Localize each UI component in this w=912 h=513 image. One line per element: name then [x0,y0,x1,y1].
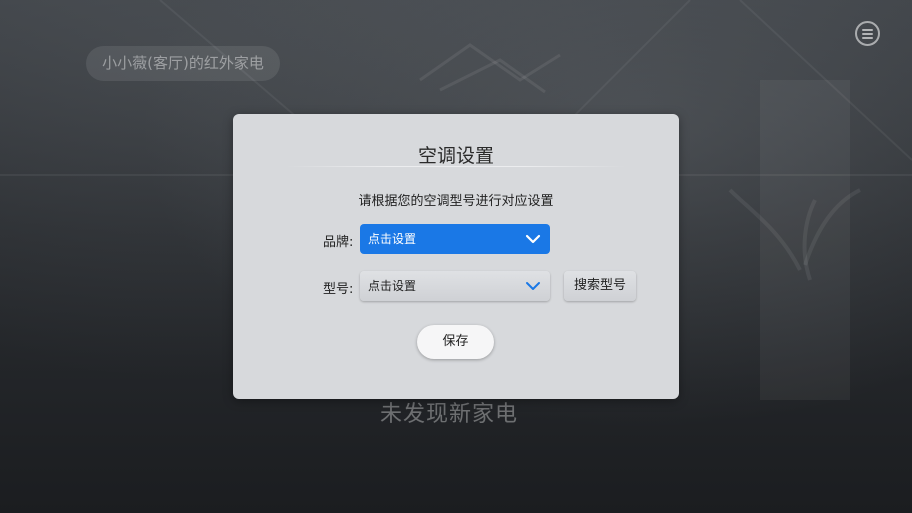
model-select-value: 点击设置 [368,279,417,293]
model-select[interactable]: 点击设置 [360,271,550,301]
search-model-button[interactable]: 搜索型号 [564,271,636,301]
ac-settings-dialog: 空调设置 请根据您的空调型号进行对应设置 品牌: 点击设置 型号: 点击设置 搜… [233,114,679,399]
dialog-title: 空调设置 [417,145,494,167]
model-label: 型号: [323,282,354,297]
save-button[interactable]: 保存 [417,325,494,359]
chevron-down-icon [526,282,540,290]
brand-label: 品牌: [323,235,354,250]
menu-icon[interactable] [855,21,880,46]
dialog-divider [286,166,626,167]
dialog-subtitle: 请根据您的空调型号进行对应设置 [358,194,554,209]
chevron-down-icon [525,234,541,244]
brand-select[interactable]: 点击设置 [360,224,550,254]
brand-select-value: 点击设置 [368,232,417,246]
empty-state-message: 未发现新家电 [379,402,518,427]
room-title-pill[interactable]: 小小薇(客厅)的红外家电 [86,46,280,81]
